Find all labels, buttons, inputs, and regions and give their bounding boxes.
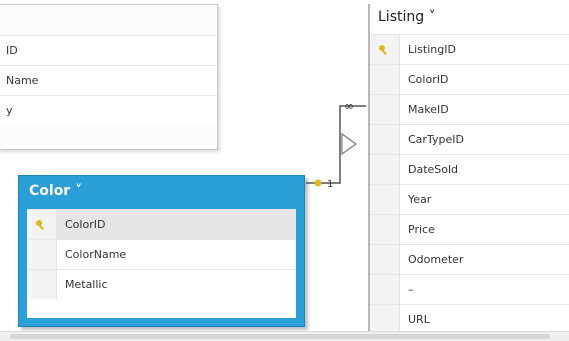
table-card-listing[interactable]: Listing ˅ ListingID ColorID MakeID CarTy… [368, 4, 569, 341]
table-card-upper-left[interactable]: ID Name y [0, 4, 218, 150]
field-label: ColorName [65, 248, 127, 261]
field-key-cell [370, 245, 400, 274]
field-row[interactable]: ID [0, 35, 217, 65]
field-label: ColorID [65, 218, 106, 231]
field-label: y [6, 104, 13, 117]
field-row[interactable]: y [0, 95, 217, 125]
field-label: DateSold [408, 163, 459, 176]
field-key-cell [27, 270, 57, 299]
table-title[interactable]: Color ˅ [19, 176, 304, 206]
field-label: ID [6, 44, 18, 57]
many-side-label: ∞ [344, 99, 354, 113]
field-row[interactable]: ColorID [27, 209, 296, 239]
table-title[interactable]: Listing ˅ [370, 4, 569, 30]
field-label: – [408, 283, 414, 296]
field-key-cell [27, 210, 57, 239]
field-row[interactable]: ListingID [370, 34, 569, 64]
field-row[interactable]: URL [370, 304, 569, 334]
field-label: ColorID [408, 73, 449, 86]
field-list: ListingID ColorID MakeID CarTypeID DateS… [370, 34, 569, 334]
table-card-color[interactable]: Color ˅ ColorID ColorName Metallic [18, 175, 305, 327]
field-row[interactable]: Metallic [27, 269, 296, 299]
field-row[interactable]: DateSold [370, 154, 569, 184]
field-key-cell [370, 305, 400, 334]
field-key-cell [27, 240, 57, 269]
field-key-cell [370, 275, 400, 304]
scrollbar-thumb[interactable] [10, 334, 550, 339]
field-row[interactable]: ColorName [27, 239, 296, 269]
one-side-label: 1 [327, 179, 333, 190]
field-key-cell [370, 65, 400, 94]
field-label: CarTypeID [408, 133, 464, 146]
filter-direction-arrow-icon [341, 132, 358, 156]
field-list: ID Name y [0, 35, 217, 125]
field-label: Name [6, 74, 39, 87]
field-key-cell [370, 95, 400, 124]
field-row[interactable]: Year [370, 184, 569, 214]
field-list: ColorID ColorName Metallic [27, 209, 296, 318]
field-label: Year [408, 193, 432, 206]
one-side-marker: 1 [314, 179, 333, 190]
horizontal-scrollbar[interactable] [0, 331, 569, 341]
model-diagram-canvas[interactable]: ID Name y Listing ˅ ListingID ColorID Ma… [0, 0, 569, 341]
field-row[interactable]: Name [0, 65, 217, 95]
field-key-cell [370, 215, 400, 244]
field-label: MakeID [408, 103, 449, 116]
field-key-cell [370, 155, 400, 184]
field-label: Odometer [408, 253, 464, 266]
field-key-cell [370, 125, 400, 154]
field-label: Metallic [65, 278, 108, 291]
field-label: ListingID [408, 43, 456, 56]
field-row[interactable]: Price [370, 214, 569, 244]
field-row[interactable]: CarTypeID [370, 124, 569, 154]
field-row[interactable]: – [370, 274, 569, 304]
field-row[interactable]: MakeID [370, 94, 569, 124]
key-icon [379, 45, 387, 55]
field-row[interactable]: Odometer [370, 244, 569, 274]
field-row[interactable]: ColorID [370, 64, 569, 94]
key-icon [36, 220, 44, 230]
field-label: Price [408, 223, 435, 236]
field-key-cell [370, 35, 400, 64]
field-key-cell [370, 185, 400, 214]
